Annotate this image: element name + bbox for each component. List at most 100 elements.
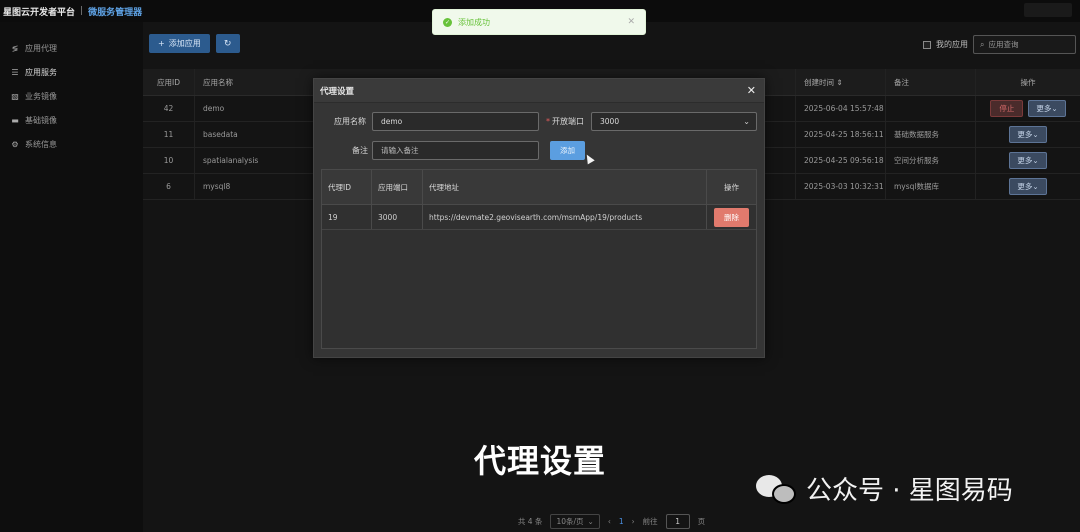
add-proxy-button[interactable]: 添加 — [550, 141, 585, 160]
toolbar: + 添加应用 ↻ — [149, 34, 240, 53]
image-icon: ▧ — [11, 91, 19, 101]
add-app-button[interactable]: + 添加应用 — [149, 34, 210, 53]
sidebar-item-label: 基础镜像 — [25, 115, 57, 125]
note-field[interactable]: 请输入备注 — [372, 141, 539, 160]
page-size-select[interactable]: 10条/页 ⌄ — [550, 513, 600, 529]
page-number-current[interactable]: 1 — [619, 517, 624, 526]
cell-note: 空间分析服务 — [886, 148, 976, 173]
sidebar-item-app-proxy[interactable]: ≶ 应用代理 — [0, 36, 143, 60]
search-placeholder: 应用查询 — [988, 40, 1019, 49]
sidebar-item-label: 应用代理 — [25, 43, 57, 53]
more-button[interactable]: 更多⌄ — [1009, 152, 1047, 169]
monitor-icon: ▬ — [11, 115, 19, 125]
wechat-logo-icon — [756, 472, 798, 506]
table-header: 代理ID 应用端口 代理地址 操作 — [322, 170, 756, 205]
cell-op: 更多⌄ — [976, 148, 1080, 173]
cell-time: 2025-03-03 10:32:31 — [796, 174, 886, 199]
watermark: 公众号 · 星图易码 — [756, 470, 1013, 507]
col-header-app-port: 应用端口 — [372, 170, 423, 204]
cell-app-port: 3000 — [372, 205, 423, 229]
sidebar-item-app-service[interactable]: ☰ 应用服务 — [0, 60, 143, 84]
success-toast: ✓ 添加成功 ✕ — [432, 9, 646, 35]
note-placeholder: 请输入备注 — [381, 146, 419, 155]
app-name-value: demo — [381, 117, 403, 126]
dialog-header: 代理设置 — [314, 79, 764, 103]
col-header-proxy-id: 代理ID — [322, 170, 372, 204]
user-menu[interactable] — [1024, 3, 1072, 17]
cell-id: 6 — [143, 174, 195, 199]
proxy-table: 代理ID 应用端口 代理地址 操作 19 3000 https://devmat… — [321, 169, 757, 349]
prev-page-button[interactable]: ‹ — [608, 517, 611, 526]
search-input[interactable]: ⌕ 应用查询 — [973, 35, 1076, 54]
next-page-button[interactable]: › — [632, 517, 635, 526]
cell-op: 更多⌄ — [976, 174, 1080, 199]
cell-time: 2025-04-25 18:56:11 — [796, 122, 886, 147]
sidebar-item-system-info[interactable]: ⚙ 系统信息 — [0, 132, 143, 156]
more-button[interactable]: 更多⌄ — [1009, 126, 1047, 143]
sliders-icon: ☰ — [11, 67, 19, 77]
col-header-op: 操作 — [724, 182, 739, 192]
my-apps-label: 我的应用 — [936, 40, 968, 49]
close-icon[interactable]: ✕ — [747, 84, 756, 97]
proxy-settings-dialog: 代理设置 ✕ 应用名称 demo * 开放端口 3000 ⌄ 备注 请输入备注 添… — [313, 78, 765, 358]
cell-time: 2025-06-04 15:57:48 — [796, 96, 886, 121]
col-header-time[interactable]: 创建时间 ⇕ — [796, 69, 886, 95]
open-port-label: * 开放端口 — [546, 116, 584, 127]
col-header-op: 操作 — [1020, 77, 1036, 87]
more-button[interactable]: 更多⌄ — [1028, 100, 1066, 117]
brand-title: 星图云开发者平台 — [3, 7, 76, 18]
mouse-cursor-icon — [583, 152, 595, 165]
my-apps-checkbox[interactable]: 我的应用 — [923, 39, 968, 50]
cell-note — [886, 96, 976, 121]
cell-op: 更多⌄ — [976, 122, 1080, 147]
checkbox-box[interactable] — [923, 40, 931, 49]
sidebar-item-label: 应用服务 — [25, 67, 57, 77]
cell-time: 2025-04-25 09:56:18 — [796, 148, 886, 173]
sidebar-item-label: 系统信息 — [25, 139, 57, 149]
cell-id: 10 — [143, 148, 195, 173]
brand-separator: | — [80, 6, 84, 16]
note-label: 备注 — [352, 146, 368, 155]
cell-id: 11 — [143, 122, 195, 147]
chevron-down-icon: ⌄ — [743, 117, 750, 126]
goto-label: 前往 — [642, 516, 658, 526]
toast-message: 添加成功 — [458, 17, 490, 27]
open-port-value: 3000 — [600, 117, 620, 126]
close-icon[interactable]: ✕ — [627, 17, 635, 27]
plus-icon: + — [158, 39, 165, 48]
sidebar-item-business-image[interactable]: ▧ 业务镜像 — [0, 84, 143, 108]
cell-note: 基础数据服务 — [886, 122, 976, 147]
open-port-label-text: 开放端口 — [552, 117, 584, 126]
col-header-id: 应用ID — [143, 69, 195, 95]
total-count: 共 4 条 — [517, 516, 543, 526]
pagination: 共 4 条 10条/页 ⌄ ‹ 1 › 前往 1 页 — [143, 510, 1080, 532]
refresh-button[interactable]: ↻ — [215, 34, 240, 53]
sidebar-item-label: 业务镜像 — [25, 91, 57, 101]
search-icon: ⌕ — [980, 39, 985, 49]
add-app-label: 添加应用 — [168, 39, 201, 48]
delete-button[interactable]: 删除 — [714, 207, 749, 227]
cell-note: mysql数据库 — [886, 174, 976, 199]
sidebar-item-base-image[interactable]: ▬ 基础镜像 — [0, 108, 143, 132]
cell-id: 42 — [143, 96, 195, 121]
cell-proxy-url[interactable]: https://devmate2.geovisearth.com/msmApp/… — [423, 205, 707, 229]
app-name-field[interactable]: demo — [372, 112, 539, 131]
refresh-icon: ↻ — [223, 38, 232, 49]
share-icon: ≶ — [11, 43, 19, 53]
app-name-label: 应用名称 — [334, 117, 366, 126]
required-marker: * — [546, 117, 550, 126]
cell-op: 删除 — [707, 205, 756, 229]
page-unit-label: 页 — [697, 516, 706, 526]
col-header-proxy-url: 代理地址 — [423, 170, 707, 204]
page-size-value: 10条/页 — [556, 516, 584, 526]
dialog-title: 代理设置 — [320, 86, 355, 97]
more-button[interactable]: 更多⌄ — [1009, 178, 1047, 195]
cell-op: 停止 更多⌄ — [976, 96, 1080, 121]
open-port-select[interactable]: 3000 ⌄ — [591, 112, 757, 131]
check-circle-icon: ✓ — [443, 17, 452, 27]
brand-subtitle[interactable]: 微服务管理器 — [88, 5, 142, 18]
gear-icon: ⚙ — [11, 139, 19, 149]
stop-button[interactable]: 停止 — [990, 100, 1024, 117]
goto-page-input[interactable]: 1 — [665, 513, 690, 529]
col-header-note: 备注 — [886, 69, 976, 95]
